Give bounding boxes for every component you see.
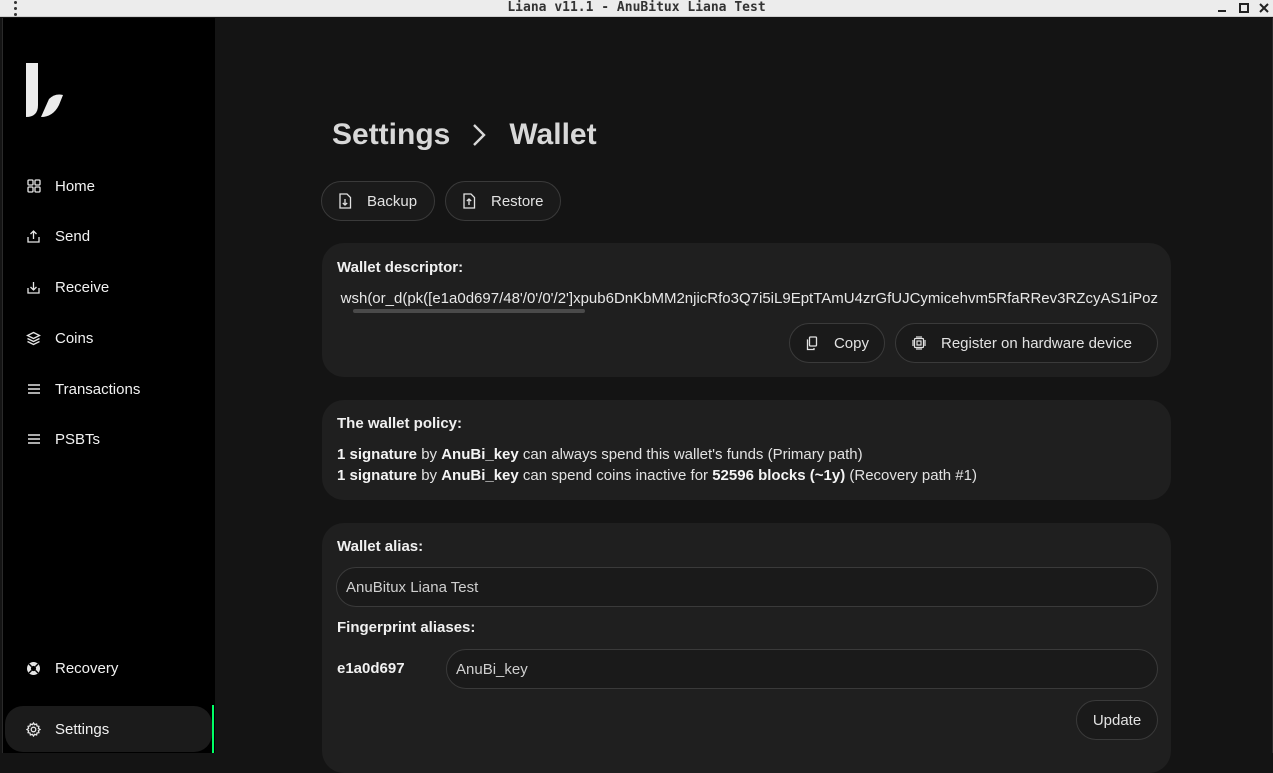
chip-icon (911, 335, 927, 351)
descriptor-value: wsh(or_d(pk([e1a0d697/48'/0'/0'/2']xpub6… (340, 290, 1158, 307)
sidebar-item-label: Receive (55, 278, 110, 296)
sidebar-item-home[interactable]: Home (5, 163, 212, 209)
coins-icon (26, 331, 41, 346)
sidebar-item-transactions[interactable]: Transactions (5, 366, 212, 412)
primary-path-line: 1 signature by AnuBi_key can always spen… (337, 446, 863, 463)
send-icon (26, 229, 41, 244)
sidebar-item-settings[interactable]: Settings (5, 706, 212, 752)
sidebar-item-coins[interactable]: Coins (5, 315, 212, 361)
policy-label: The wallet policy: (337, 415, 463, 432)
fingerprint-value: e1a0d697 (337, 660, 405, 677)
sidebar-item-label: Settings (55, 720, 110, 738)
restore-button[interactable]: Restore (445, 181, 561, 221)
sidebar-item-label: Recovery (55, 659, 119, 677)
active-indicator (212, 705, 214, 753)
sidebar-item-recovery[interactable]: Recovery (5, 645, 212, 691)
window-titlebar: Liana v11.1 - AnuBitux Liana Test (0, 0, 1273, 17)
list-icon (26, 382, 41, 397)
sidebar-item-send[interactable]: Send (5, 213, 212, 259)
liana-logo-icon (21, 61, 67, 121)
alias-card: Wallet alias: AnuBitux Liana Test Finger… (322, 523, 1171, 773)
sidebar-item-label: Home (55, 177, 96, 195)
descriptor-label: Wallet descriptor: (337, 259, 464, 276)
descriptor-text[interactable]: wsh(or_d(pk([e1a0d697/48'/0'/0'/2']xpub6… (337, 290, 1158, 310)
copy-button[interactable]: Copy (789, 323, 885, 363)
sidebar-item-label: Send (55, 227, 91, 245)
sidebar: Home Send Receive Coins Transactions PSB… (2, 18, 215, 753)
wallet-alias-input[interactable]: AnuBitux Liana Test (336, 567, 1158, 607)
list-icon (26, 432, 41, 447)
descriptor-card: Wallet descriptor: wsh(or_d(pk([e1a0d697… (322, 243, 1171, 377)
maximize-icon[interactable] (1236, 0, 1252, 16)
update-button[interactable]: Update (1076, 700, 1158, 740)
chevron-right-icon (472, 120, 488, 150)
policy-card: The wallet policy: 1 signature by AnuBi_… (322, 400, 1171, 500)
fingerprint-aliases-label: Fingerprint aliases: (337, 619, 476, 636)
sidebar-item-psbts[interactable]: PSBTs (5, 416, 212, 462)
gear-icon (26, 721, 41, 737)
lifebuoy-icon (26, 661, 41, 676)
fingerprint-alias-input[interactable]: AnuBi_key (446, 649, 1158, 689)
copy-icon (805, 335, 820, 351)
minimize-icon[interactable] (1214, 0, 1230, 16)
window-title: Liana v11.1 - AnuBitux Liana Test (507, 0, 766, 15)
sidebar-item-label: Coins (55, 329, 94, 347)
sidebar-item-receive[interactable]: Receive (5, 264, 212, 310)
sidebar-item-label: PSBTs (55, 430, 101, 448)
file-download-icon (337, 193, 353, 209)
breadcrumb-wallet: Wallet (509, 118, 597, 151)
wallet-alias-label: Wallet alias: (337, 538, 424, 555)
register-hardware-button[interactable]: Register on hardware device (895, 323, 1158, 363)
grid-icon (26, 179, 41, 194)
backup-button[interactable]: Backup (321, 181, 435, 221)
main-content: Settings Wallet Backup Restore Wallet de… (215, 18, 1273, 773)
descriptor-scrollbar[interactable] (353, 309, 585, 313)
breadcrumb-settings[interactable]: Settings (332, 118, 450, 152)
sidebar-item-label: Transactions (55, 380, 141, 398)
file-upload-icon (461, 193, 477, 209)
breadcrumb: Settings Wallet (332, 118, 597, 152)
receive-icon (26, 280, 41, 295)
recovery-path-line: 1 signature by AnuBi_key can spend coins… (337, 467, 977, 484)
close-icon[interactable] (1256, 0, 1272, 16)
